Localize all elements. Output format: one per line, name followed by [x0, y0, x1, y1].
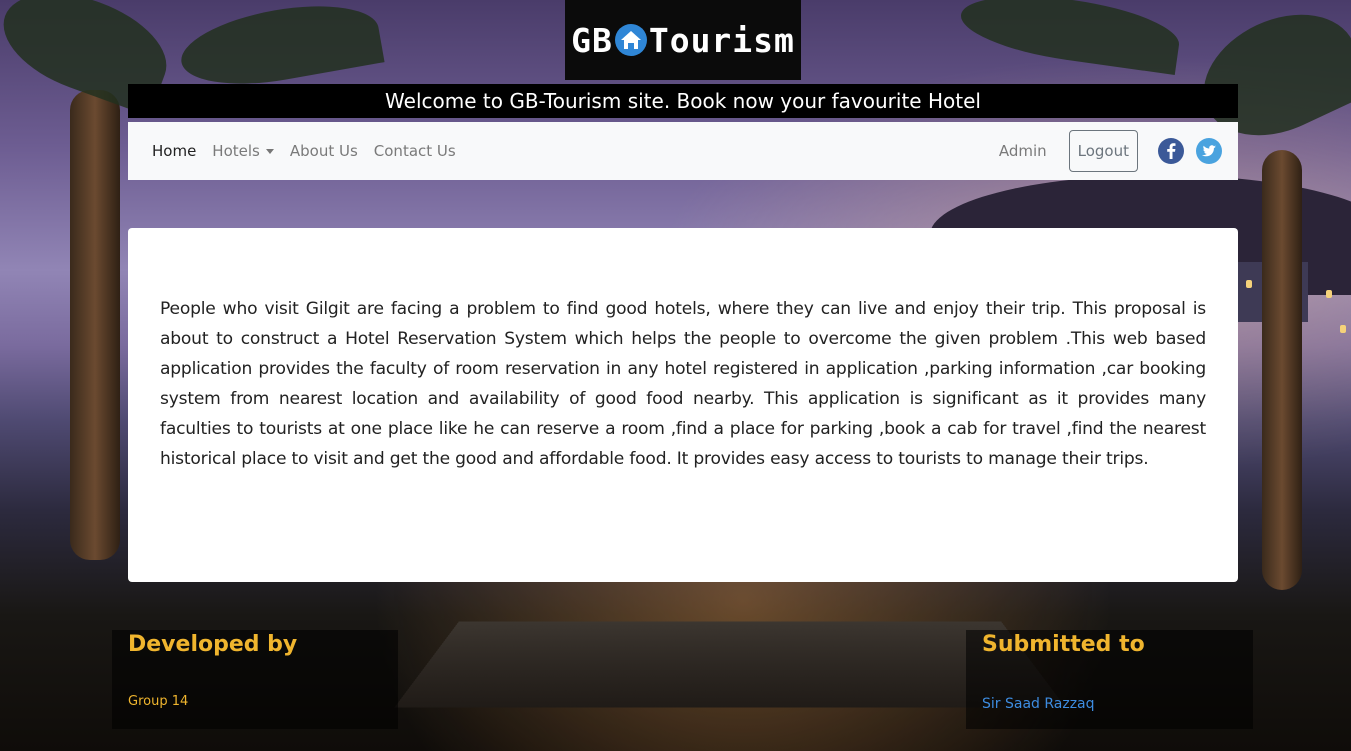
window-light [1340, 325, 1346, 333]
admin-link[interactable]: Admin [999, 142, 1047, 160]
nav-hotels-dropdown[interactable]: Hotels [212, 142, 274, 160]
main-navbar: Home Hotels About Us Contact Us Admin Lo… [128, 122, 1238, 180]
background-building [1238, 262, 1308, 322]
welcome-text: Welcome to GB-Tourism site. Book now you… [385, 89, 981, 113]
footer-submitted-to: Submitted to Sir Saad Razzaq [966, 630, 1253, 729]
facebook-icon[interactable] [1158, 138, 1184, 164]
logout-button[interactable]: Logout [1068, 130, 1138, 172]
house-icon [614, 23, 648, 57]
nav-hotels-label: Hotels [212, 142, 260, 160]
developed-by-heading: Developed by [128, 632, 298, 657]
about-paragraph: People who visit Gilgit are facing a pro… [160, 299, 1206, 469]
footer-developed-by: Developed by Group 14 [112, 630, 398, 729]
nav-right-group: Admin Logout [999, 130, 1222, 172]
welcome-banner: Welcome to GB-Tourism site. Book now you… [128, 84, 1238, 118]
developed-by-text: Group 14 [128, 694, 189, 709]
logo-text-right: Tourism [648, 20, 795, 60]
window-light [1326, 290, 1332, 298]
twitter-icon[interactable] [1196, 138, 1222, 164]
submitted-to-heading: Submitted to [982, 632, 1145, 657]
nav-contact-us[interactable]: Contact Us [374, 142, 456, 160]
site-logo[interactable]: GB Tourism [565, 0, 801, 80]
chevron-down-icon [265, 149, 274, 154]
nav-home[interactable]: Home [152, 142, 196, 160]
palm-trunk [1262, 150, 1302, 590]
palm-leaf [175, 0, 385, 97]
about-content-card: People who visit Gilgit are facing a pro… [128, 228, 1238, 582]
submitted-to-link[interactable]: Sir Saad Razzaq [982, 696, 1095, 712]
window-light [1246, 280, 1252, 288]
palm-trunk [70, 90, 120, 560]
logo-text-left: GB [571, 20, 613, 60]
dining-table [394, 621, 1066, 708]
palm-leaf [956, 0, 1184, 76]
window-light [1262, 280, 1268, 288]
nav-about-us[interactable]: About Us [290, 142, 358, 160]
